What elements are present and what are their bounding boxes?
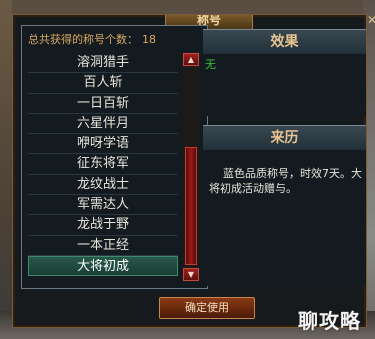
scroll-up-icon[interactable]: ▲: [183, 53, 199, 66]
list-item[interactable]: 百人斩: [28, 73, 178, 94]
list-item[interactable]: 征东将军: [28, 154, 178, 175]
list-scrollbar[interactable]: ▲ ▼: [183, 53, 199, 281]
effect-text: 无: [205, 58, 216, 71]
list-item-selected[interactable]: 大将初成: [28, 255, 178, 277]
title-count-label: 总共获得的称号个数： 18: [28, 31, 156, 47]
list-item[interactable]: 一日百斩: [28, 94, 178, 114]
scroll-thumb[interactable]: [185, 147, 197, 265]
scroll-down-icon[interactable]: ▼: [183, 268, 199, 281]
title-list: 溶洞猎手 百人斩 一日百斩 六星伴月 咿呀学语 征东将军 龙纹战士 军需达人 龙…: [28, 53, 178, 277]
close-icon[interactable]: ✕: [363, 14, 375, 27]
effect-header: 效果: [203, 29, 366, 55]
count-value: 18: [142, 33, 156, 46]
list-item[interactable]: 军需达人: [28, 195, 178, 216]
background-left: [0, 0, 12, 339]
list-item[interactable]: 六星伴月: [28, 114, 178, 135]
title-window: 称号 ✕ 总共获得的称号个数： 18 溶洞猎手 百人斩 一日百斩 六星伴月 咿呀学…: [12, 14, 375, 328]
title-list-panel: 总共获得的称号个数： 18 溶洞猎手 百人斩 一日百斩 六星伴月 咿呀学语 征东将…: [21, 25, 208, 289]
source-text: 蓝色品质称号，时效7天。大将初成活动赠与。: [209, 167, 362, 195]
count-text: 总共获得的称号个数：: [28, 33, 138, 46]
list-item[interactable]: 龙纹战士: [28, 175, 178, 196]
source-header: 来历: [203, 125, 366, 151]
list-item[interactable]: 咿呀学语: [28, 134, 178, 155]
list-item[interactable]: 龙战于野: [28, 215, 178, 236]
list-item[interactable]: 一本正经: [28, 236, 178, 256]
list-item[interactable]: 溶洞猎手: [28, 53, 178, 74]
source-panel: 蓝色品质称号，时效7天。大将初成活动赠与。: [203, 150, 366, 286]
effect-panel: 无: [203, 54, 366, 116]
confirm-use-button[interactable]: 确定使用: [159, 297, 255, 319]
watermark-logo: 聊攻略: [298, 309, 361, 333]
